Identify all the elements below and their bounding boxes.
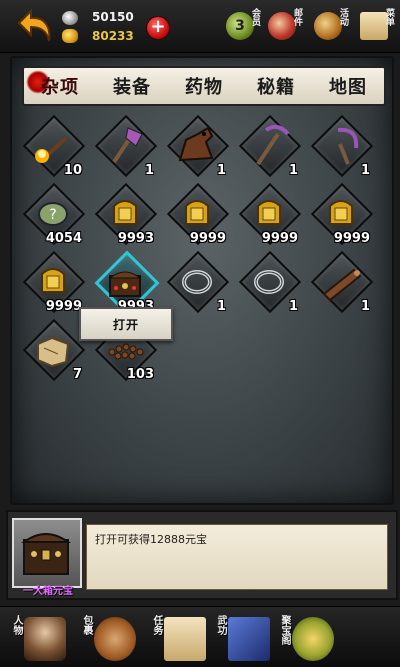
character-icon xyxy=(24,617,66,661)
inventory-slot[interactable]: 1 xyxy=(238,250,302,314)
silver-amount: 50150 xyxy=(92,10,134,24)
nav-character[interactable]: 人物 xyxy=(6,611,72,665)
bottom-nav: 人物 包裹 任务 武功 聚宝阁 xyxy=(0,606,400,667)
nav-skills-label: 武功 xyxy=(215,615,226,635)
back-button[interactable] xyxy=(14,6,56,46)
tab-medicine[interactable]: 药物 xyxy=(168,73,240,99)
category-tabs: 杂项 装备 药物 秘籍 地图 xyxy=(22,66,386,106)
item-quantity: 9999 xyxy=(261,231,298,246)
inventory-slot[interactable]: 9999 xyxy=(22,250,86,314)
nav-quest-label: 任务 xyxy=(151,615,162,635)
item-quantity: 1 xyxy=(216,299,226,314)
inventory-slot[interactable]: 1 xyxy=(166,250,230,314)
item-quantity: 9993 xyxy=(117,231,154,246)
inventory-slot[interactable]: 9993 xyxy=(94,250,160,316)
item-quantity: 1 xyxy=(216,163,226,178)
inventory-slot[interactable]: 1 xyxy=(166,114,230,178)
menu-button[interactable]: 菜单 xyxy=(358,8,394,44)
top-bar: 50150 80233 + 3 会员 邮件 活动 菜单 xyxy=(0,0,400,53)
inventory-slot[interactable]: 1 xyxy=(238,114,302,178)
tab-misc[interactable]: 杂项 xyxy=(24,70,96,99)
inventory-slot[interactable]: 10 xyxy=(22,114,86,178)
menu-label: 菜单 xyxy=(384,8,394,26)
svg-text:?: ? xyxy=(49,207,56,223)
recharge-button[interactable]: + xyxy=(146,16,170,40)
nav-quest[interactable]: 任务 xyxy=(146,611,212,665)
nav-skills[interactable]: 武功 xyxy=(210,611,276,665)
gold-ingot-icon xyxy=(62,29,78,43)
mail-label: 邮件 xyxy=(292,8,302,26)
inventory-slot[interactable]: 9999 xyxy=(166,182,230,246)
nav-treasure-house[interactable]: 聚宝阁 xyxy=(274,611,340,665)
vip-button[interactable]: 3 会员 xyxy=(224,8,260,44)
item-quantity: 9999 xyxy=(333,231,370,246)
nav-treasure-house-label: 聚宝阁 xyxy=(279,615,290,645)
item-description: 打开可获得12888元宝 xyxy=(86,524,388,590)
inventory-slot[interactable]: 9999 xyxy=(310,182,374,246)
item-quantity: 1 xyxy=(288,299,298,314)
inventory-slot[interactable]: 1 xyxy=(310,114,374,178)
open-label: 打开 xyxy=(112,317,139,332)
item-quantity: 1 xyxy=(144,163,154,178)
inventory-slot[interactable]: 1 xyxy=(94,114,158,178)
item-name: 一大箱元宝 xyxy=(23,586,73,597)
item-quantity: 10 xyxy=(63,163,82,178)
item-quantity: 9999 xyxy=(189,231,226,246)
activity-label: 活动 xyxy=(338,8,348,26)
tab-maps[interactable]: 地图 xyxy=(312,73,384,99)
item-quantity: 1 xyxy=(360,299,370,314)
silver-coin-icon xyxy=(62,11,78,25)
book-icon xyxy=(228,617,270,661)
back-arrow-icon xyxy=(17,8,51,42)
item-quantity: 1 xyxy=(360,163,370,178)
nav-bag-label: 包裹 xyxy=(81,615,92,635)
nav-character-label: 人物 xyxy=(11,615,22,635)
gold-amount: 80233 xyxy=(92,29,134,43)
bag-icon xyxy=(94,617,136,661)
open-item-button[interactable]: 打开 xyxy=(79,307,173,341)
treasure-icon xyxy=(292,617,334,661)
scroll-icon xyxy=(164,617,206,661)
treasure-chest-icon xyxy=(12,518,82,588)
item-quantity: 7 xyxy=(72,367,82,382)
item-quantity: 103 xyxy=(126,367,154,382)
inventory-slot[interactable]: ? 4054 xyxy=(22,182,86,246)
vip-label: 会员 xyxy=(250,8,260,26)
inventory-slot[interactable]: 9993 xyxy=(94,182,158,246)
mail-button[interactable]: 邮件 xyxy=(266,8,302,44)
tab-equipment[interactable]: 装备 xyxy=(96,73,168,99)
item-info-panel: 一大箱元宝 打开可获得12888元宝 xyxy=(6,510,398,600)
item-quantity: 1 xyxy=(288,163,298,178)
activity-button[interactable]: 活动 xyxy=(312,8,348,44)
tab-manuals[interactable]: 秘籍 xyxy=(240,73,312,99)
inventory-slot[interactable]: 1 xyxy=(310,250,374,314)
inventory-slot[interactable]: 7 xyxy=(22,318,86,382)
item-quantity: 4054 xyxy=(45,231,82,246)
nav-bag[interactable]: 包裹 xyxy=(76,611,142,665)
inventory-slot[interactable]: 9999 xyxy=(238,182,302,246)
item-quantity: 9999 xyxy=(45,299,82,314)
